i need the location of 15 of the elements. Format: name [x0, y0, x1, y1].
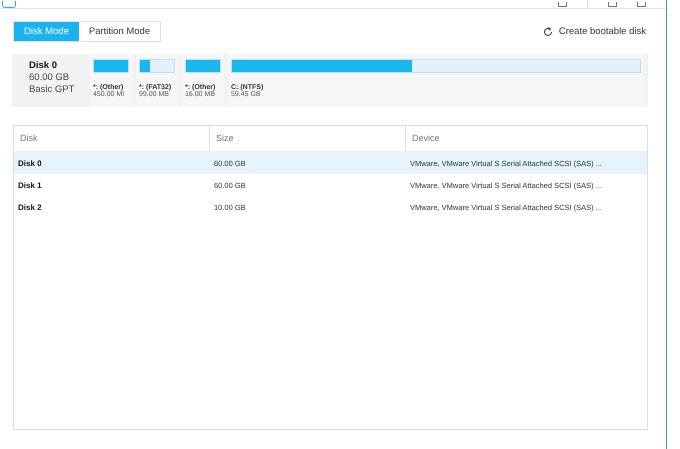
window-control-icon[interactable] [637, 2, 646, 7]
disk-type: Basic GPT [29, 84, 76, 96]
window-control-icon[interactable] [608, 2, 617, 7]
disk-size: 60.00 GB [29, 72, 70, 84]
window-control-icon[interactable] [558, 2, 567, 7]
create-bootable-disk-button[interactable]: Create bootable disk [542, 26, 646, 37]
refresh-icon [542, 26, 553, 36]
column-header[interactable]: Device [406, 126, 647, 151]
column-header[interactable]: Size [210, 126, 406, 151]
column-header[interactable]: Disk [14, 126, 210, 151]
table-cell-text: Disk 0 [17, 158, 43, 168]
table-cell-text: Disk 2 [17, 202, 43, 212]
app-icon [2, 1, 16, 8]
disk-name: Disk 0 [29, 60, 58, 72]
table-cell-text: Disk 1 [17, 180, 43, 190]
